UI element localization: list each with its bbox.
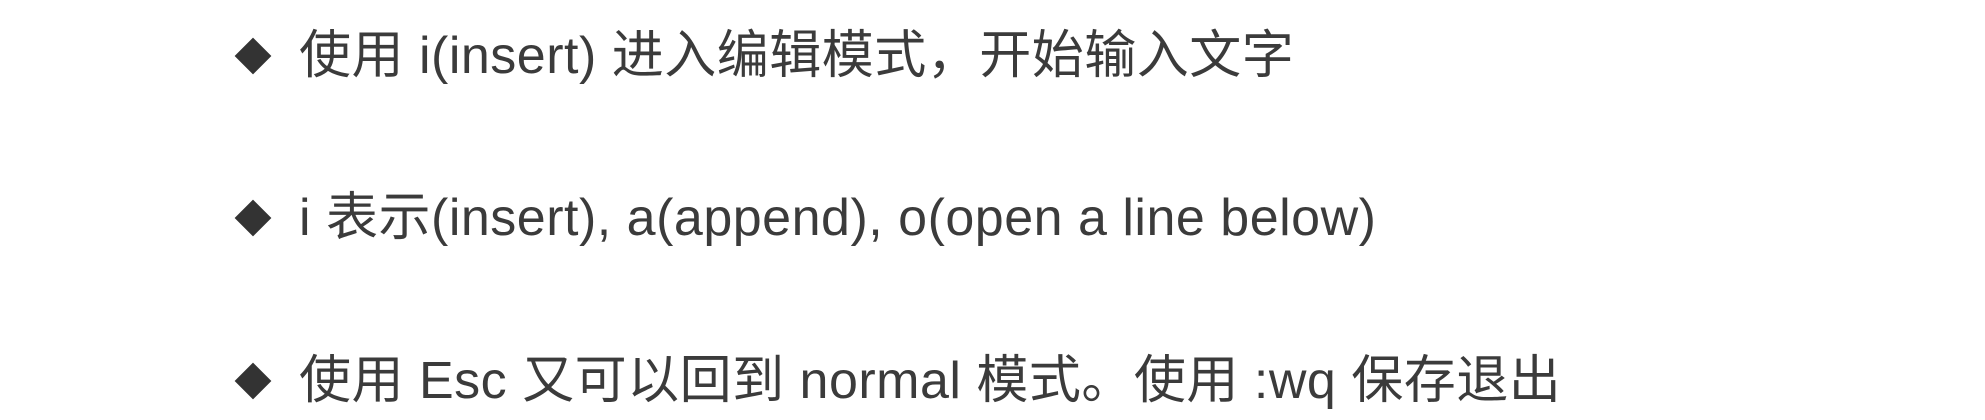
diamond-bullet-icon — [234, 362, 272, 400]
bullet-text: 使用 Esc 又可以回到 normal 模式。使用 :wq 保存退出 — [299, 352, 1562, 410]
bullet-item-insert-commands: i 表示(insert), a(append), o(open a line b… — [230, 182, 1376, 254]
bullet-text: i 表示(insert), a(append), o(open a line b… — [299, 189, 1377, 247]
diamond-bullet-icon — [234, 37, 272, 75]
bullet-item-insert-mode: 使用 i(insert) 进入编辑模式，开始输入文字 — [230, 20, 1294, 92]
bullet-text: 使用 i(insert) 进入编辑模式，开始输入文字 — [299, 27, 1295, 85]
bullet-item-esc-save: 使用 Esc 又可以回到 normal 模式。使用 :wq 保存退出 — [230, 345, 1561, 417]
slide: 使用 i(insert) 进入编辑模式，开始输入文字 i 表示(insert),… — [0, 0, 1985, 420]
diamond-bullet-icon — [234, 199, 272, 237]
